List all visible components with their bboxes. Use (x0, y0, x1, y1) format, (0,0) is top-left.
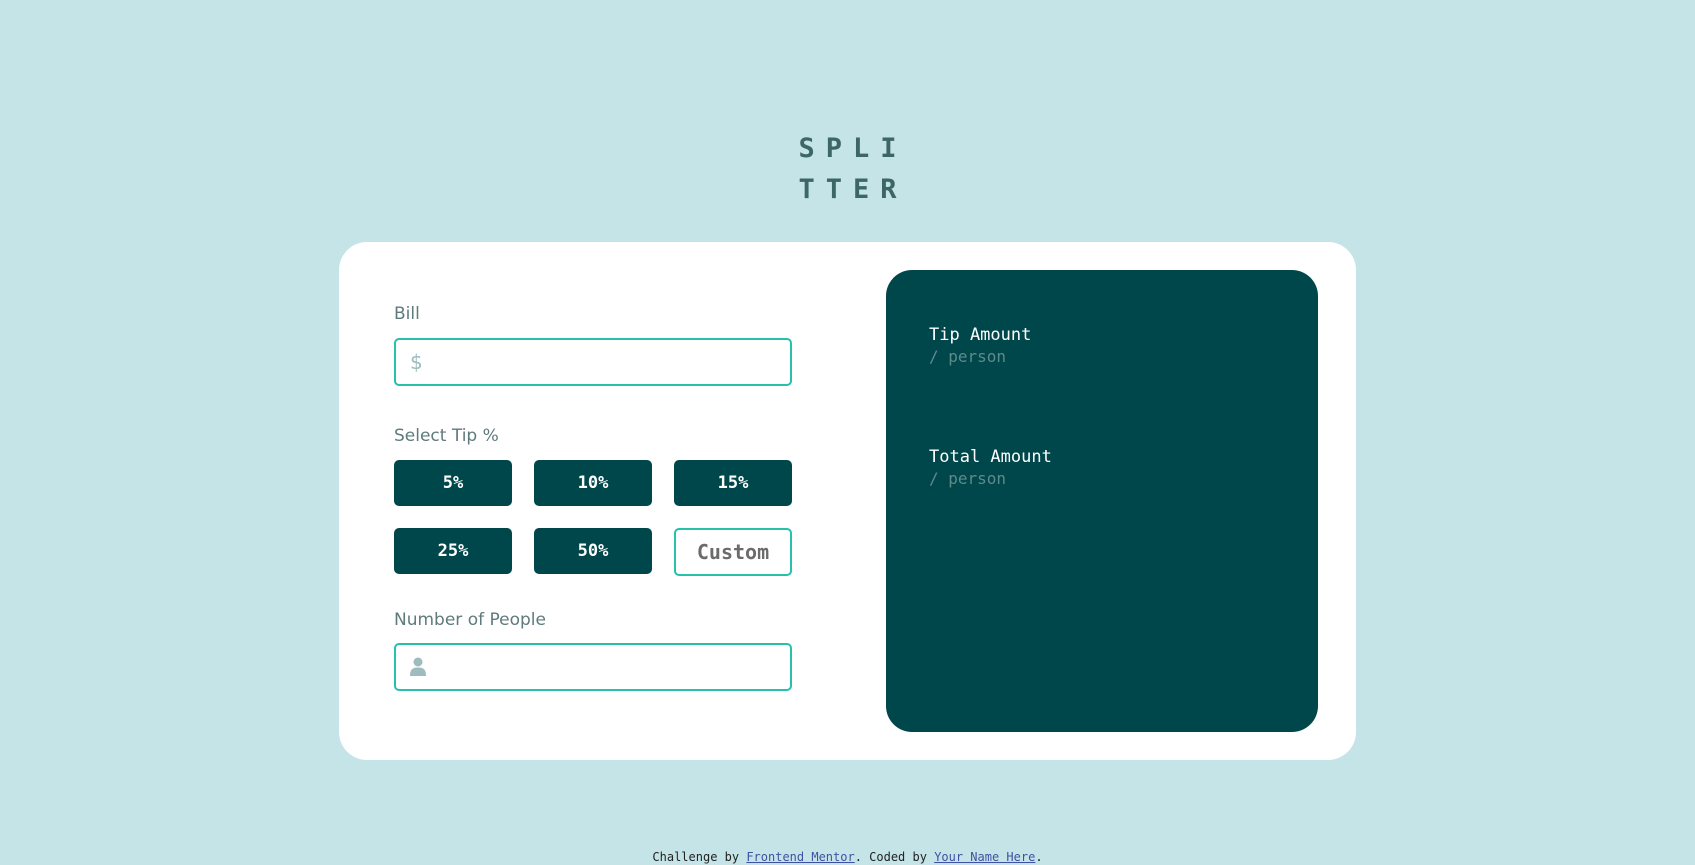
footer-prefix: Challenge by (652, 850, 747, 864)
total-amount-per-person: / person (929, 469, 1007, 488)
tip-5-button[interactable]: 5% (394, 460, 512, 506)
attribution-footer: Challenge by Frontend Mentor. Coded by Y… (0, 850, 1695, 864)
result-panel: Tip Amount / person Total Amount / perso… (886, 270, 1318, 732)
person-icon (410, 657, 426, 682)
dollar-icon: $ (410, 350, 423, 374)
people-input[interactable] (440, 645, 780, 689)
custom-tip-input[interactable] (674, 528, 792, 576)
author-link[interactable]: Your Name Here (934, 850, 1035, 864)
tip-50-button[interactable]: 50% (534, 528, 652, 574)
footer-suffix: . (1035, 850, 1043, 864)
bill-label: Bill (394, 304, 420, 324)
calculator-card: Bill $ Select Tip % 5% 10% 15% 25% 50% N… (339, 242, 1356, 760)
tip-10-button[interactable]: 10% (534, 460, 652, 506)
app-logo: SPLI TTER (0, 128, 1695, 210)
tip-15-button[interactable]: 15% (674, 460, 792, 506)
select-tip-label: Select Tip % (394, 426, 499, 446)
bill-field[interactable]: $ (394, 338, 792, 386)
footer-middle: . Coded by (854, 850, 935, 864)
logo-line-1: SPLI (798, 133, 908, 164)
total-amount-label: Total Amount (929, 447, 1052, 467)
tip-amount-per-person: / person (929, 347, 1007, 366)
tip-amount-label: Tip Amount (929, 325, 1032, 345)
frontend-mentor-link[interactable]: Frontend Mentor (746, 850, 854, 864)
logo-line-2: TTER (798, 174, 908, 205)
tip-25-button[interactable]: 25% (394, 528, 512, 574)
people-label: Number of People (394, 610, 546, 630)
bill-input[interactable] (440, 340, 780, 384)
people-field[interactable] (394, 643, 792, 691)
